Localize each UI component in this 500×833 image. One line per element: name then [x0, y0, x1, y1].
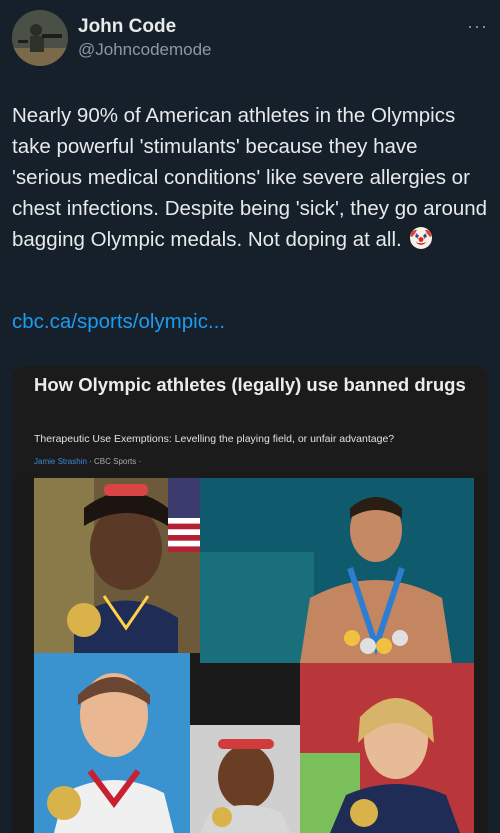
- more-options-icon[interactable]: ···: [467, 16, 488, 37]
- tweet-header: John Code @Johncodemode ···: [12, 10, 488, 70]
- author-handle[interactable]: @Johncodemode: [78, 40, 212, 60]
- article-byline: Jamie Strashin · CBC Sports ·: [34, 457, 141, 466]
- byline-author[interactable]: Jamie Strashin: [34, 457, 87, 466]
- athlete-photo-water-polo: [300, 663, 474, 833]
- athlete-photo-swimmer-medals: [200, 478, 474, 663]
- athlete-photo-tennis: [190, 725, 300, 833]
- athlete-photo-swimmer-gold: [34, 653, 190, 833]
- article-title[interactable]: How Olympic athletes (legally) use banne…: [34, 372, 474, 397]
- clown-face-icon: [410, 227, 433, 249]
- article-link[interactable]: cbc.ca/sports/olympic...: [12, 310, 225, 334]
- card-header: How Olympic athletes (legally) use banne…: [12, 366, 488, 478]
- athletes-collage-image: [34, 478, 474, 833]
- link-preview-card[interactable]: How Olympic athletes (legally) use banne…: [12, 366, 488, 833]
- author-name[interactable]: John Code: [78, 16, 176, 38]
- article-subtitle: Therapeutic Use Exemptions: Levelling th…: [34, 433, 395, 445]
- byline-source: · CBC Sports ·: [86, 457, 142, 466]
- tweet-body: Nearly 90% of American athletes in the O…: [12, 100, 492, 255]
- avatar[interactable]: [12, 10, 68, 66]
